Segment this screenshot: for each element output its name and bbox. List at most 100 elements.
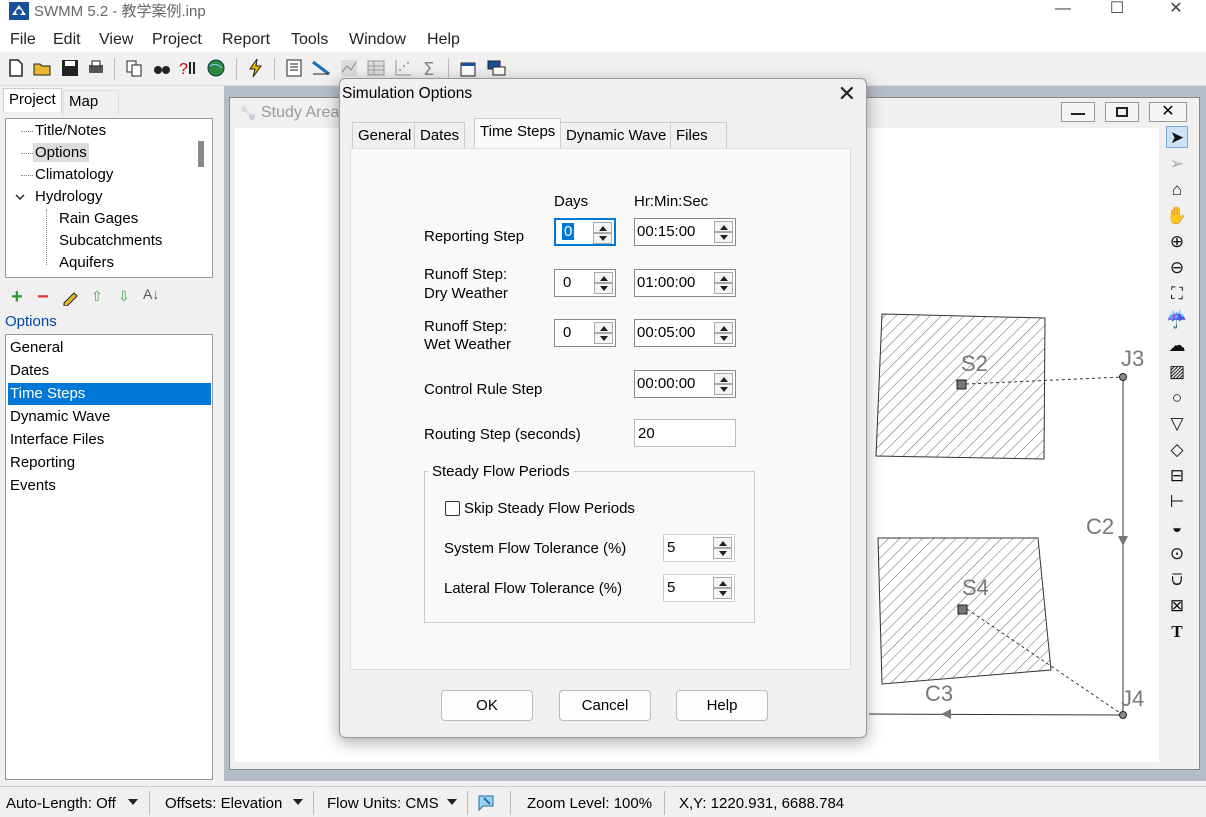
copy-icon[interactable] <box>124 58 144 78</box>
spin-down-icon[interactable] <box>594 333 613 344</box>
spin-up-icon[interactable] <box>714 322 733 333</box>
full-extent-icon[interactable]: ⛶ <box>1166 283 1188 305</box>
add-divider-icon[interactable]: ◇ <box>1166 439 1188 461</box>
add-junction-icon[interactable]: ○ <box>1166 387 1188 409</box>
runoff-wet-days-spinner[interactable]: 0 <box>554 319 616 347</box>
minimize-button[interactable]: — <box>1040 0 1086 22</box>
tab-dynamic-wave[interactable]: Dynamic Wave <box>560 122 673 148</box>
spin-up-icon[interactable] <box>593 222 612 233</box>
ok-button[interactable]: OK <box>441 690 533 721</box>
list-item[interactable]: Time Steps <box>8 383 211 405</box>
spin-down-icon[interactable] <box>593 233 612 244</box>
menu-window[interactable]: Window <box>349 31 406 49</box>
tree-item-options[interactable]: Options <box>33 143 89 162</box>
spin-up-icon[interactable] <box>713 577 732 588</box>
move-down-icon[interactable]: ⇩ <box>118 288 130 305</box>
add-outlet-icon[interactable]: ⊠ <box>1166 595 1188 617</box>
auto-length-status[interactable]: Auto-Length: Off <box>6 795 116 812</box>
help-button[interactable]: Help <box>676 690 768 721</box>
menu-file[interactable]: File <box>10 31 36 49</box>
select-object-icon[interactable]: ➤ <box>1166 126 1188 148</box>
system-flow-tolerance-spinner[interactable]: 5 <box>663 534 735 562</box>
profile-plot-icon[interactable] <box>311 58 331 78</box>
list-item[interactable]: Reporting <box>8 452 211 474</box>
tree-item-rain-gages[interactable]: Rain Gages <box>59 210 138 227</box>
add-item-icon[interactable]: + <box>11 286 23 309</box>
centroid-s2[interactable] <box>956 379 967 390</box>
chevron-down-icon[interactable] <box>293 799 303 805</box>
runoff-dry-days-spinner[interactable]: 0 <box>554 269 616 297</box>
scatter-plot-icon[interactable] <box>393 58 413 78</box>
close-window-button[interactable]: ✕ <box>1153 0 1199 22</box>
menu-tools[interactable]: Tools <box>291 31 328 49</box>
table-icon[interactable] <box>366 58 386 78</box>
maximize-button[interactable]: ☐ <box>1094 0 1140 22</box>
centroid-s4[interactable] <box>957 604 968 615</box>
chevron-down-icon[interactable] <box>447 799 457 805</box>
pan-hand-icon[interactable]: ✋ <box>1166 205 1188 227</box>
arrange-windows-icon[interactable] <box>486 58 506 78</box>
menu-view[interactable]: View <box>99 31 133 49</box>
edit-item-icon[interactable] <box>61 288 81 306</box>
select-region-icon[interactable]: ⌂ <box>1166 179 1188 201</box>
tree-item-subcatchments[interactable]: Subcatchments <box>59 232 162 249</box>
cancel-button[interactable]: Cancel <box>559 690 651 721</box>
spin-down-icon[interactable] <box>713 548 732 559</box>
statistics-sigma-icon[interactable]: Σ <box>420 58 440 78</box>
add-label-icon[interactable]: T <box>1166 621 1188 643</box>
junction-j3[interactable] <box>1119 373 1127 381</box>
list-item[interactable]: Events <box>8 475 211 497</box>
query-icon[interactable]: ? <box>178 58 198 78</box>
save-icon[interactable] <box>60 58 80 78</box>
delete-item-icon[interactable]: − <box>37 286 49 309</box>
close-icon[interactable]: ✕ <box>838 81 856 107</box>
sort-icon[interactable]: A↓ <box>143 286 159 302</box>
tab-general[interactable]: General <box>352 122 418 148</box>
menu-project[interactable]: Project <box>152 31 202 49</box>
move-up-icon[interactable]: ⇧ <box>91 288 103 305</box>
add-weir-icon[interactable]: ⩂ <box>1166 569 1188 591</box>
zoom-in-icon[interactable]: ⊕ <box>1166 231 1188 253</box>
conduit-c3[interactable] <box>868 713 1124 716</box>
new-file-icon[interactable] <box>6 58 26 78</box>
add-cloud-icon[interactable]: ☁ <box>1166 335 1188 357</box>
options-icon[interactable] <box>458 58 478 78</box>
control-rule-hms-spinner[interactable]: 00:00:00 <box>634 370 736 398</box>
menu-report[interactable]: Report <box>222 31 270 49</box>
add-conduit-icon[interactable]: ⊢ <box>1166 491 1188 513</box>
open-folder-icon[interactable] <box>32 58 52 78</box>
map-close-button[interactable]: ✕ <box>1149 102 1187 122</box>
add-orifice-icon[interactable]: ⊙ <box>1166 543 1188 565</box>
skip-steady-flow-checkbox[interactable] <box>445 501 460 516</box>
spin-up-icon[interactable] <box>714 272 733 283</box>
lateral-flow-tolerance-spinner[interactable]: 5 <box>663 574 735 602</box>
add-subcatchment-icon[interactable]: ▨ <box>1166 361 1188 383</box>
tree-item-aquifers[interactable]: Aquifers <box>59 254 114 271</box>
spin-up-icon[interactable] <box>713 537 732 548</box>
spin-up-icon[interactable] <box>594 322 613 333</box>
list-item[interactable]: Interface Files <box>8 429 211 451</box>
tab-project[interactable]: Project <box>3 88 62 112</box>
spin-down-icon[interactable] <box>714 384 733 395</box>
spin-up-icon[interactable] <box>714 373 733 384</box>
list-item[interactable]: Dates <box>8 360 211 382</box>
menu-help[interactable]: Help <box>427 31 460 49</box>
spin-down-icon[interactable] <box>714 333 733 344</box>
chevron-down-icon[interactable] <box>14 192 26 202</box>
tab-dates[interactable]: Dates <box>414 122 466 148</box>
tab-files[interactable]: Files <box>670 122 727 148</box>
tree-item-title-notes[interactable]: Title/Notes <box>35 122 106 139</box>
tree-item-hydrology[interactable]: Hydrology <box>35 188 103 205</box>
add-pump-icon[interactable]: ◒ <box>1166 517 1188 539</box>
list-item[interactable]: General <box>8 337 211 359</box>
spin-down-icon[interactable] <box>713 588 732 599</box>
add-rain-gage-icon[interactable]: ☔ <box>1166 309 1188 331</box>
offsets-status[interactable]: Offsets: Elevation <box>165 795 282 812</box>
runoff-dry-hms-spinner[interactable]: 01:00:00 <box>634 269 736 297</box>
spin-down-icon[interactable] <box>714 283 733 294</box>
spin-up-icon[interactable] <box>594 272 613 283</box>
flow-units-status[interactable]: Flow Units: CMS <box>327 795 439 812</box>
spin-up-icon[interactable] <box>714 221 733 232</box>
run-simulation-icon[interactable] <box>246 58 266 78</box>
tree-item-climatology[interactable]: Climatology <box>35 166 113 183</box>
